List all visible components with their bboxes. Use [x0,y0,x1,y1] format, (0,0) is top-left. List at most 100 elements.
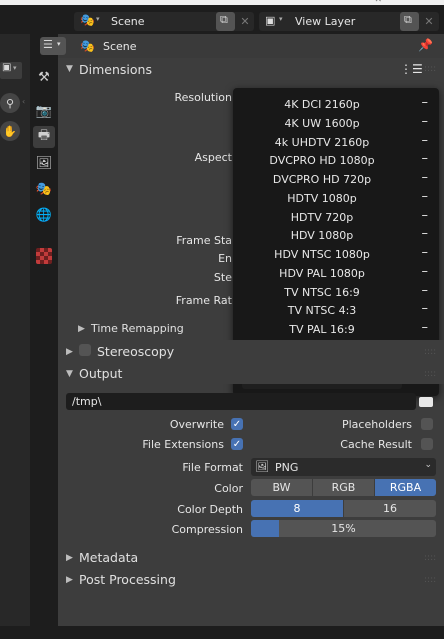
overwrite-checkbox[interactable]: ✓ [231,418,243,430]
file-format-label: File Format [182,461,243,474]
drag-handle-icon[interactable]: :::: [424,347,436,357]
preset-item[interactable]: TV NTSC 4:3 – [237,301,432,321]
remove-preset-button[interactable]: – [422,226,429,241]
status-bar [0,626,444,639]
scene-tab-icon[interactable]: 🎭 [33,178,55,200]
cache-result-checkbox[interactable] [421,438,433,450]
preset-item[interactable]: HDV 1080p – [237,226,432,246]
collapse-arrow-icon: ▶ [66,575,73,585]
remove-preset-button[interactable]: – [422,320,429,335]
color-depth-selector: 8 16 [251,500,436,517]
unlink-scene-button[interactable]: ✕ [237,12,253,31]
folder-browse-icon[interactable] [419,397,433,407]
context-label: Scene [103,40,137,53]
preset-item[interactable]: TV PAL 16:9 – [237,320,432,340]
hand-pan-icon[interactable]: ✋ [0,121,20,141]
preset-item-label: HDV 1080p [290,229,354,243]
preset-item-label: HDV NTSC 1080p [274,248,370,261]
output-tab-icon[interactable]: 🖶 [33,126,55,148]
preset-item-label: 4K UW 1600p [284,116,360,130]
world-tab-icon[interactable]: 🌐 [33,204,55,226]
preset-item[interactable]: HDTV 720p – [237,208,432,228]
view-layer-icon: ▣ [265,14,276,27]
preset-item[interactable]: HDTV 1080p – [237,189,432,209]
color-depth-8-option[interactable]: 8 [251,500,344,517]
preset-item[interactable]: 4K DCI 2160p – [237,95,432,115]
file-extensions-checkbox[interactable]: ✓ [231,438,243,450]
collapse-arrow-icon: ▶ [78,324,85,334]
remove-preset-button[interactable]: – [422,170,429,185]
expand-arrow-icon: ▼ [66,64,73,74]
image-format-icon: 🖼 [255,460,269,473]
zoom-icon[interactable]: ⚲ [0,93,20,113]
drag-handle-icon[interactable]: :::: [424,64,436,74]
drag-handle-icon[interactable]: :::: [424,575,436,585]
preset-item-label: 4k UHDTV 2160p [274,135,370,149]
view-mode-dropdown[interactable]: ▣ ▾ [0,62,22,79]
output-title: Output [79,366,123,381]
remove-preset-button[interactable]: – [422,114,429,129]
preset-item-label: TV NTSC 16:9 [284,285,360,299]
render-tab-icon[interactable]: 📷 [33,100,55,122]
stereoscopy-title: Stereoscopy [97,344,175,359]
duplicate-icon: ⧉ [220,13,228,26]
color-rgb-option[interactable]: RGB [313,479,375,496]
remove-preset-button[interactable]: – [422,95,429,110]
preset-item[interactable]: TV NTSC 16:9 – [237,283,432,303]
remove-view-layer-button[interactable]: ✕ [421,12,437,31]
color-rgba-option[interactable]: RGBA [375,479,436,496]
preset-item[interactable]: DVCPRO HD 720p – [237,170,432,190]
chevron-down-icon: ▾ [57,40,61,48]
resolution-label: Resolution [174,91,232,104]
remove-preset-button[interactable]: – [422,133,429,148]
editor-type-dropdown[interactable]: ☰ ▾ [40,37,66,55]
remove-preset-button[interactable]: – [422,208,429,223]
preset-item[interactable]: HDV PAL 1080p – [237,264,432,284]
chevron-down-icon: ⌄ [424,460,432,470]
overwrite-label: Overwrite [169,418,224,431]
color-depth-16-option[interactable]: 16 [344,500,436,517]
color-label: Color [214,482,243,495]
time-remapping-header[interactable]: Time Remapping [91,322,184,335]
compression-slider[interactable]: 15% [251,520,436,537]
pin-icon[interactable]: 📌 [418,38,433,52]
texture-tab-icon[interactable] [36,248,52,264]
stereoscopy-checkbox[interactable] [79,344,91,356]
collapse-arrow-icon[interactable]: ‹ [22,97,25,106]
drag-handle-icon[interactable]: :::: [424,369,436,379]
remove-preset-button[interactable]: – [422,189,429,204]
file-format-dropdown[interactable]: 🖼 PNG ⌄ [251,458,436,476]
preset-item-label: TV PAL 16:9 [289,323,355,336]
new-scene-button[interactable]: ⧉ [216,12,235,31]
color-mode-selector: BW RGB RGBA [251,479,436,496]
properties-editor-icon: ☰ [43,38,53,51]
preset-item-label: TV NTSC 4:3 [287,304,357,318]
frame-rate-label: Frame Rat [175,294,232,307]
window-close-icon[interactable]: ✕ [374,0,382,5]
preset-item-label: HDTV 720p [290,210,354,224]
collapse-arrow-icon: ▶ [66,553,73,563]
remove-preset-button[interactable]: – [422,245,429,260]
new-view-layer-button[interactable]: ⧉ [400,12,419,31]
preset-item[interactable]: DVCPRO HD 1080p – [237,151,432,171]
view-layer-tab-icon[interactable]: 🖼 [33,152,55,174]
tool-settings-tab-icon[interactable]: ⚒ [33,66,55,88]
presets-menu-button[interactable]: ⋮☰ [400,62,423,77]
scene-type-icon: 🎭 [80,13,95,27]
drag-handle-icon[interactable]: :::: [424,553,436,563]
placeholders-label: Placeholders [341,418,412,431]
color-bw-option[interactable]: BW [251,479,313,496]
preset-item[interactable]: 4k UHDTV 2160p – [237,133,432,153]
output-path-field[interactable]: /tmp\ [66,393,416,410]
compression-value: 15% [331,522,356,535]
preset-item[interactable]: 4K UW 1600p – [237,114,432,134]
remove-preset-button[interactable]: – [422,283,429,298]
preset-item[interactable]: HDV NTSC 1080p – [237,245,432,265]
remove-preset-button[interactable]: – [422,151,429,166]
frame-step-label: Ste [213,271,232,284]
remove-preset-button[interactable]: – [422,264,429,279]
remove-preset-button[interactable]: – [422,301,429,316]
placeholders-checkbox[interactable] [421,418,433,430]
file-format-value: PNG [275,461,299,474]
preset-item-label: HDV PAL 1080p [279,266,365,280]
